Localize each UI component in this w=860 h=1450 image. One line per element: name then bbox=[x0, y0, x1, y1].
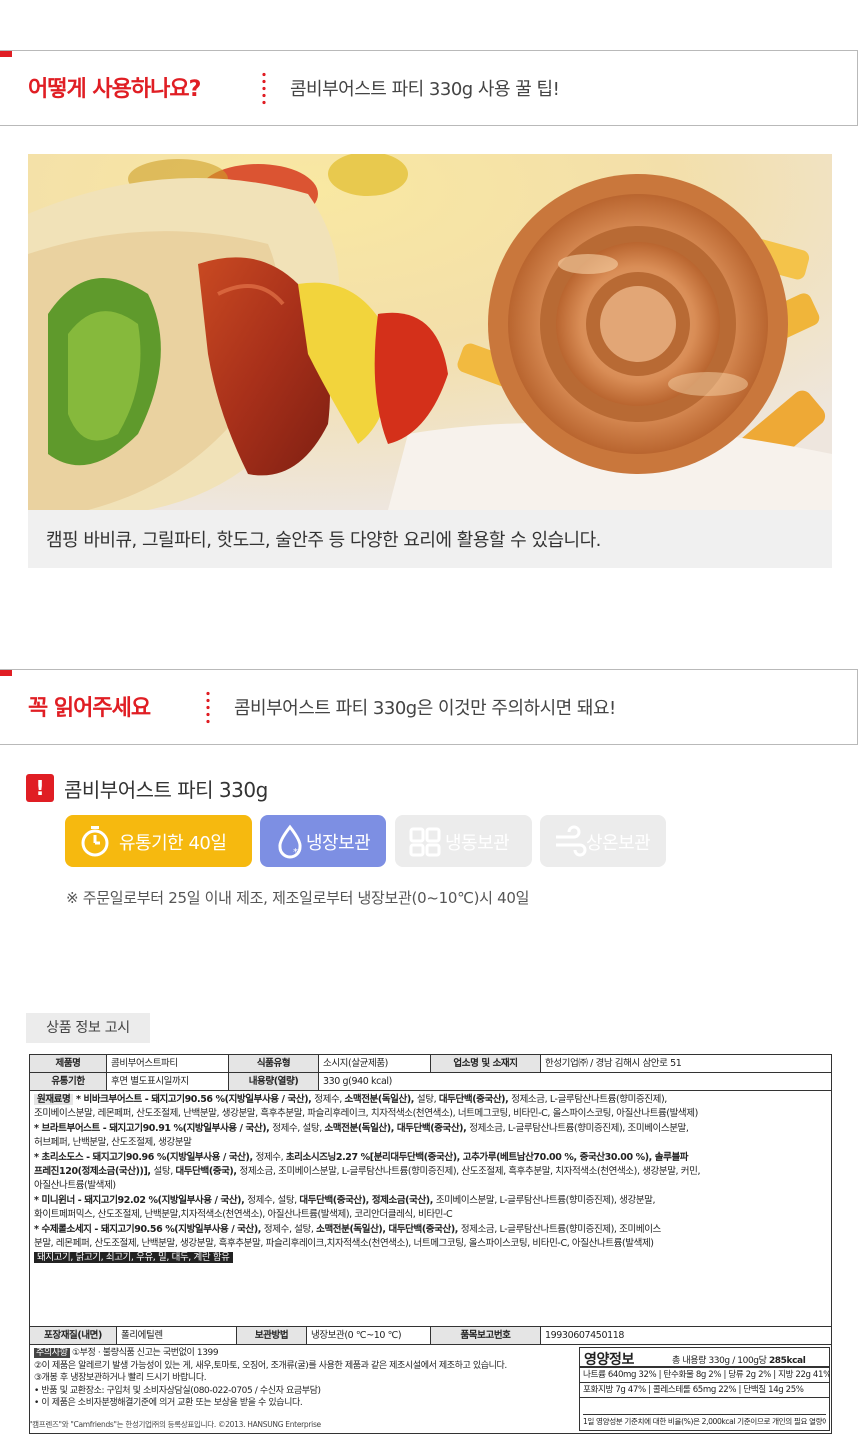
caution-line: ②이 제품은 알레르기 발생 가능성이 있는 게, 새우,토마토, 오징어, 조… bbox=[34, 1360, 507, 1371]
table-row: 포장재질(내면) 폴리에틸렌 보관방법 냉장보관(0 ℃~10 ℃) 품목보고번… bbox=[30, 1327, 831, 1345]
notice-title: 꼭 읽어주세요 bbox=[28, 696, 151, 721]
ingredients-line: 아질산나트륨(발색제) bbox=[34, 1180, 116, 1192]
allergen-line: 돼지고기, 닭고기, 쇠고기, 우유, 밀, 대두, 계란 함유 bbox=[34, 1251, 827, 1265]
ingredients-line: * 미니윈너 - 돼지고기92.02 %(지방일부사용 / 국산), 정제수, … bbox=[34, 1194, 656, 1206]
accent-bar bbox=[0, 670, 12, 676]
ingredients-line: 원재료명 * 비바크부어스트 - 돼지고기90.56 %(지방일부사용 / 국산… bbox=[34, 1093, 827, 1107]
exclamation-icon: ! bbox=[26, 774, 54, 802]
manufacturer-label: 업소명 및 소재지 bbox=[430, 1055, 540, 1072]
caution-line: • 이 제품은 소비자분쟁해결기준에 의거 교환 또는 보상을 받을 수 있습니… bbox=[34, 1398, 303, 1409]
usage-tips-title: 어떻게 사용하나요? bbox=[28, 77, 201, 102]
product-name-value: 콤비부어스트파티 bbox=[106, 1055, 228, 1072]
notice-header: 꼭 읽어주세요 콤비부어스트 파티 330g은 이것만 주의하시면 돼요! bbox=[0, 669, 858, 745]
food-type-value: 소시지(살균제품) bbox=[318, 1055, 430, 1072]
ingredients-line: 허브페퍼, 난백분말, 산도조절제, 생강분말 bbox=[34, 1137, 192, 1149]
shelf-life-label: 유통기한 40일 bbox=[119, 833, 227, 854]
ingredients-block: 원재료명 * 비바크부어스트 - 돼지고기90.56 %(지방일부사용 / 국산… bbox=[30, 1091, 831, 1327]
svg-text:*: * bbox=[293, 847, 298, 858]
notice-subtitle: 콤비부어스트 파티 330g은 이것만 주의하시면 돼요! bbox=[234, 698, 616, 719]
nutrition-total: 총 내용량 330g / 100g당 285kcal bbox=[672, 1356, 806, 1366]
nutrition-header: 영양정보 총 내용량 330g / 100g당 285kcal bbox=[580, 1348, 829, 1368]
caution-line: ③개봉 후 냉장보관하거나 빨리 드시기 바랍니다. bbox=[34, 1373, 207, 1384]
nutrition-kcal: 285kcal bbox=[768, 1356, 806, 1366]
packaging-label: 포장재질(내면) bbox=[30, 1327, 116, 1344]
ingredients-line: 분말, 레몬페퍼, 산도조절제, 난백분말, 생강분말, 흑후추분말, 파슬리후… bbox=[34, 1238, 654, 1250]
ingredients-line: * 초리소도스 - 돼지고기90.96 %(지방일부사용 / 국산), 정제수,… bbox=[34, 1151, 689, 1163]
food-type-label: 식품유형 bbox=[228, 1055, 318, 1072]
usage-tips-header: 어떻게 사용하나요? 콤비부어스트 파티 330g 사용 꿀 팁! bbox=[0, 50, 858, 126]
product-info-tab: 상품 정보 고시 bbox=[26, 1013, 150, 1043]
nutrition-title: 영양정보 bbox=[584, 1352, 634, 1368]
volume-label: 내용량(열량) bbox=[228, 1073, 318, 1090]
photo-caption-band: 캠핑 바비큐, 그릴파티, 핫도그, 술안주 등 다양한 요리에 활용할 수 있… bbox=[28, 510, 832, 568]
room-temp-label: 상온보관 bbox=[586, 833, 651, 854]
report-number-value: 19930607450118 bbox=[540, 1327, 833, 1344]
nutrition-row: 나트륨 640mg 32% | 탄수화물 8g 2% | 당류 2g 2% | … bbox=[580, 1368, 829, 1383]
refrigerated-label: 냉장보관 bbox=[306, 833, 371, 854]
freezer-icon bbox=[409, 827, 441, 857]
ingredients-line: 프레진120(정제소금(국산))], 설탕, 대두단백(중국), 정제소금, 조… bbox=[34, 1166, 701, 1178]
wind-icon bbox=[556, 825, 587, 857]
nutrition-row: 포화지방 7g 47% | 콜레스테롤 65mg 22% | 단백질 14g 2… bbox=[580, 1383, 829, 1398]
usage-tips-subtitle: 콤비부어스트 파티 330g 사용 꿀 팁! bbox=[290, 79, 560, 100]
water-drop-icon: * bbox=[278, 824, 302, 859]
photo-illustration bbox=[28, 154, 832, 510]
copyright-notice: "캠프렌즈"와 "Camfriends"는 한성기업㈜의 등록상표입니다. ©2… bbox=[29, 1420, 321, 1429]
ingredients-line: 조미베이스분말, 레몬페퍼, 산도조절제, 난백분말, 생강분말, 흑후추분말,… bbox=[34, 1108, 698, 1120]
dotted-divider bbox=[206, 690, 210, 724]
frozen-label: 냉동보관 bbox=[445, 833, 510, 854]
caution-line: 주의사항 ①부정 · 불량식품 신고는 국번없이 1399 bbox=[34, 1348, 219, 1358]
dotted-divider bbox=[262, 71, 266, 105]
allergen-notice: 돼지고기, 닭고기, 쇠고기, 우유, 밀, 대두, 계란 함유 bbox=[34, 1252, 233, 1264]
shelf-life-badge: 유통기한 40일 bbox=[65, 815, 252, 867]
ingredients-line: * 브라트부어스트 - 돼지고기90.91 %(지방일부사용 / 국산), 정제… bbox=[34, 1122, 689, 1134]
table-row: 유통기한 후면 별도표시일까지 내용량(열량) 330 g(940 kcal) bbox=[30, 1073, 831, 1091]
volume-value: 330 g(940 kcal) bbox=[318, 1073, 833, 1090]
report-number-label: 품목보고번호 bbox=[430, 1327, 540, 1344]
table-row: 제품명 콤비부어스트파티 식품유형 소시지(살균제품) 업소명 및 소재지 한성… bbox=[30, 1055, 831, 1073]
photo-caption: 캠핑 바비큐, 그릴파티, 핫도그, 술안주 등 다양한 요리에 활용할 수 있… bbox=[46, 530, 601, 551]
expiry-value: 후면 별도표시일까지 bbox=[106, 1073, 228, 1090]
product-name: 콤비부어스트 파티 330g bbox=[64, 778, 268, 802]
product-name-label: 제품명 bbox=[30, 1055, 106, 1072]
nutrition-facts: 영양정보 총 내용량 330g / 100g당 285kcal 나트륨 640m… bbox=[579, 1347, 830, 1431]
accent-bar bbox=[0, 51, 12, 57]
product-info-table: 제품명 콤비부어스트파티 식품유형 소시지(살균제품) 업소명 및 소재지 한성… bbox=[29, 1054, 832, 1434]
stopwatch-icon bbox=[81, 826, 109, 857]
storage-method-value: 냉장보관(0 ℃~10 ℃) bbox=[306, 1327, 430, 1344]
ingredients-label: 원재료명 bbox=[34, 1094, 74, 1105]
refrigerated-badge: * 냉장보관 bbox=[260, 815, 386, 867]
manufacturer-value: 한성기업㈜ / 경남 김해시 삼안로 51 bbox=[540, 1055, 833, 1072]
caution-line: • 반품 및 교환장소: 구입처 및 소비자상담실(080-022-0705 /… bbox=[34, 1385, 321, 1396]
product-serving-photo bbox=[28, 154, 832, 510]
ingredients-line: 화이트페퍼믹스, 산도조절제, 난백분말,치자적색소(천연색소), 아질산나트륨… bbox=[34, 1209, 453, 1221]
storage-method-label: 보관방법 bbox=[236, 1327, 306, 1344]
caution-tag: 주의사항 bbox=[34, 1348, 70, 1358]
frozen-badge: 냉동보관 bbox=[395, 815, 532, 867]
room-temp-badge: 상온보관 bbox=[540, 815, 666, 867]
nutrition-footnote: 1일 영양성분 기준치에 대한 비율(%)은 2,000kcal 기준이므로 개… bbox=[583, 1414, 826, 1428]
expiry-label: 유통기한 bbox=[30, 1073, 106, 1090]
packaging-value: 폴리에틸렌 bbox=[116, 1327, 236, 1344]
storage-note: ※ 주문일로부터 25일 이내 제조, 제조일로부터 냉장보관(0~10℃)시 … bbox=[66, 889, 530, 907]
ingredients-line: * 수제롤소세지 - 돼지고기90.56 %(지방일부사용 / 국산), 정제수… bbox=[34, 1223, 661, 1235]
